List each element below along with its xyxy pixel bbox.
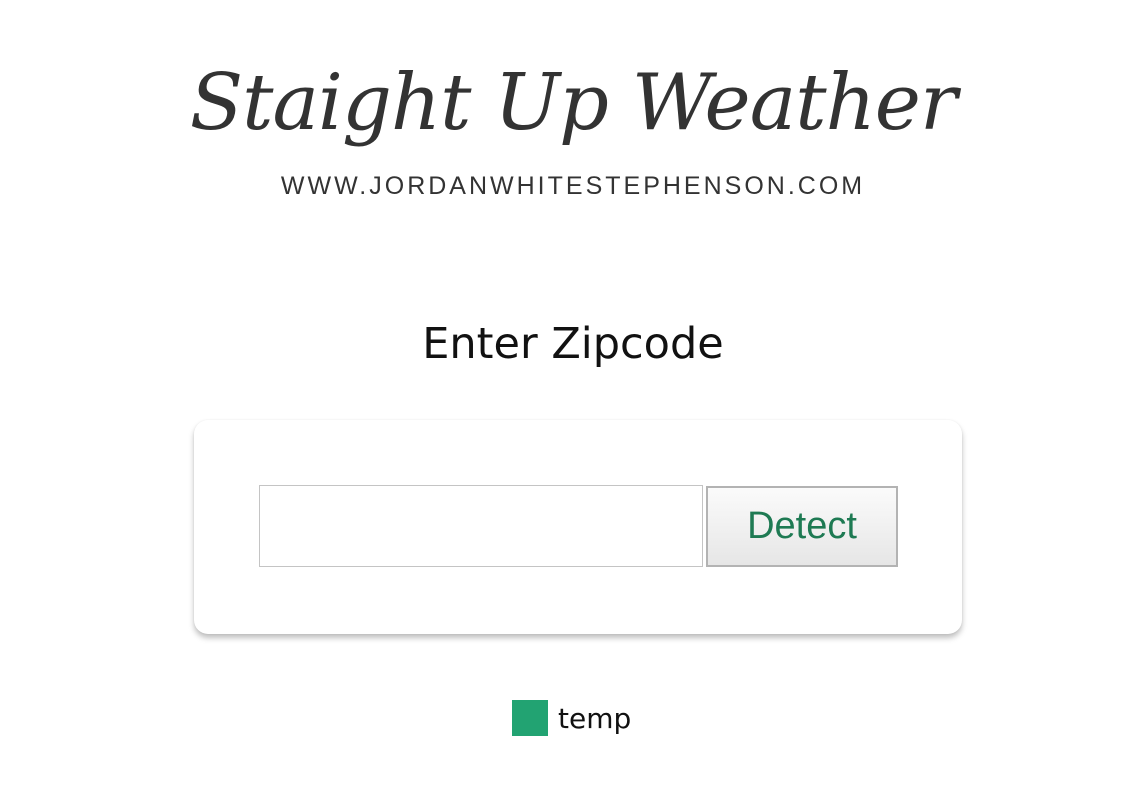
zipcode-input[interactable] [259, 485, 703, 567]
legend: temp [512, 700, 631, 736]
legend-swatch [512, 700, 548, 736]
site-url: WWW.JORDANWHITESTEPHENSON.COM [280, 172, 866, 200]
site-title: Staight Up Weather [189, 58, 958, 148]
page: Staight Up Weather WWW.JORDANWHITESTEPHE… [0, 0, 1146, 794]
detect-button[interactable]: Detect [706, 486, 898, 567]
zipcode-heading: Enter Zipcode [422, 319, 724, 369]
legend-label: temp [558, 701, 632, 735]
zipcode-card: Detect [194, 420, 962, 634]
